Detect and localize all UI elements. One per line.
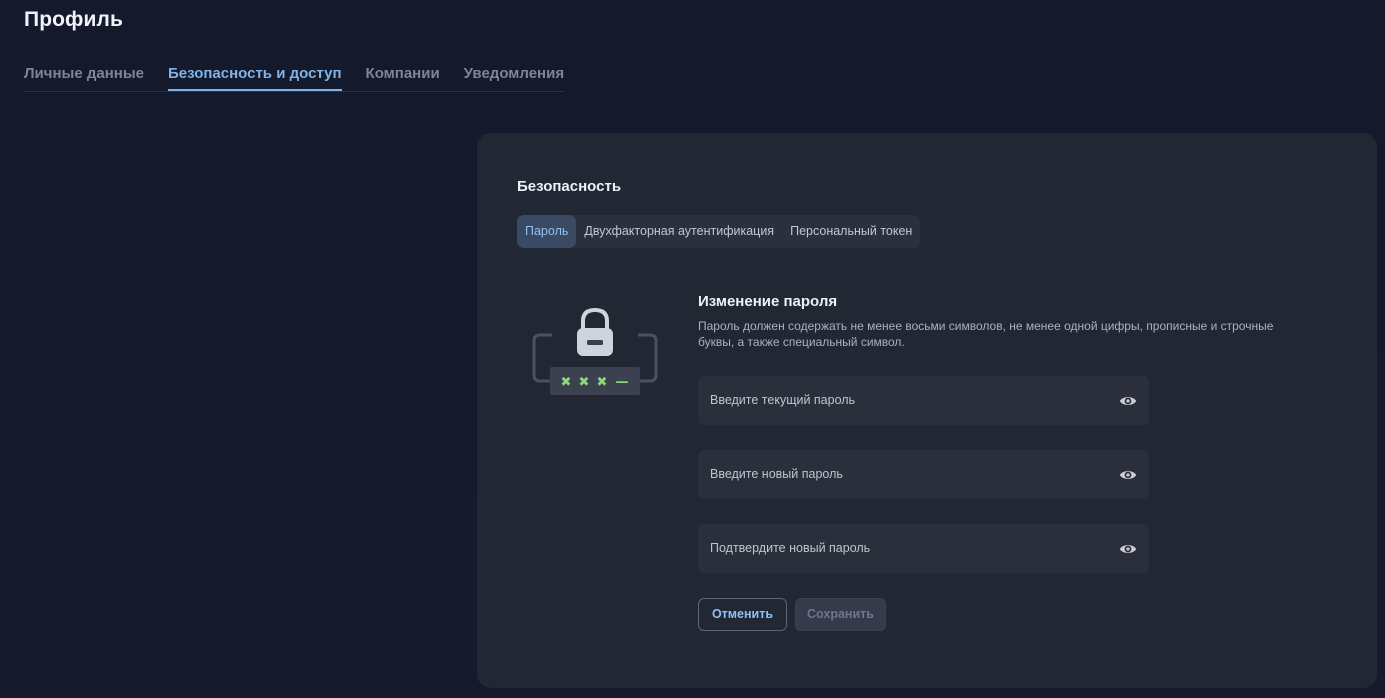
field-placeholder: Введите текущий пароль [710, 393, 856, 407]
profile-tabs: Личные данные Безопасность и доступ Комп… [24, 64, 565, 92]
tab-notifications[interactable]: Уведомления [464, 64, 564, 90]
lock-icon [577, 307, 613, 356]
field-placeholder: Введите новый пароль [710, 467, 843, 481]
current-password-field[interactable]: Введите текущий пароль [698, 376, 1149, 425]
security-subtabs: Пароль Двухфакторная аутентификация Перс… [517, 215, 921, 248]
mask-glyph: — [616, 375, 629, 390]
tab-companies[interactable]: Компании [366, 64, 440, 90]
mask-glyph: ✖ [579, 375, 590, 390]
eye-icon[interactable] [1119, 392, 1137, 410]
form-title: Изменение пароля [698, 293, 838, 310]
tab-security-access[interactable]: Безопасность и доступ [167, 64, 342, 91]
cancel-button[interactable]: Отменить [698, 598, 787, 631]
subtab-password[interactable]: Пароль [517, 215, 577, 248]
subtab-two-factor[interactable]: Двухфакторная аутентификация [576, 215, 782, 248]
field-placeholder: Подтвердите новый пароль [710, 541, 871, 555]
new-password-field[interactable]: Введите новый пароль [698, 450, 1149, 499]
eye-icon[interactable] [1119, 466, 1137, 484]
save-button[interactable]: Сохранить [795, 598, 886, 631]
subtab-personal-token[interactable]: Персональный токен [782, 215, 920, 248]
mask-glyph: ✖ [597, 375, 608, 390]
mask-glyph: ✖ [561, 375, 572, 390]
form-description: Пароль должен содержать не менее восьми … [698, 319, 1274, 349]
section-title: Безопасность [517, 178, 622, 195]
password-illustration: ✖ ✖ ✖ — [530, 303, 660, 398]
tab-personal-data[interactable]: Личные данные [24, 64, 144, 90]
eye-icon[interactable] [1119, 540, 1137, 558]
confirm-password-field[interactable]: Подтвердите новый пароль [698, 524, 1149, 573]
security-card: Безопасность Пароль Двухфакторная аутент… [477, 133, 1377, 688]
page-title: Профиль [24, 8, 123, 31]
